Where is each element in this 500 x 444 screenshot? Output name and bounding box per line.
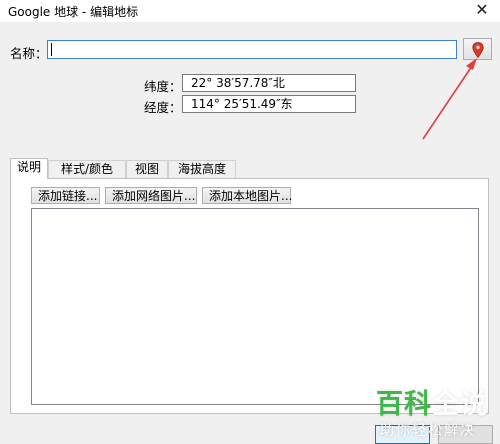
window-title: Google 地球 - 编辑地标 xyxy=(8,5,139,19)
placemark-pin-icon xyxy=(472,42,484,58)
tab-style-color[interactable]: 样式/颜色 xyxy=(48,160,126,178)
latitude-label: 纬度： xyxy=(144,79,182,94)
watermark-logo: 百科全说 助你轻松解决 xyxy=(370,380,488,442)
name-input[interactable] xyxy=(47,40,457,59)
name-label: 名称： xyxy=(10,46,48,61)
watermark-subtitle: 助你轻松解决 xyxy=(380,423,476,439)
add-link-button[interactable]: 添加链接... xyxy=(31,187,100,204)
add-web-image-button[interactable]: 添加网络图片... xyxy=(105,187,197,204)
longitude-field[interactable]: 114° 25′51.49″东 xyxy=(182,95,356,113)
watermark-title-part1: 百科 xyxy=(376,389,432,420)
longitude-label: 经度： xyxy=(144,100,182,115)
tab-view[interactable]: 视图 xyxy=(126,160,168,178)
watermark-title-part2: 全说 xyxy=(432,389,488,420)
close-button[interactable]: ✕ xyxy=(464,0,500,22)
edit-placemark-dialog: Google 地球 - 编辑地标 ✕ 名称： 纬度： 22° 38′57.78″… xyxy=(0,0,500,444)
placemark-icon-button[interactable] xyxy=(463,38,492,60)
watermark-title: 百科全说 xyxy=(376,382,488,421)
tab-altitude[interactable]: 海拔高度 xyxy=(168,160,236,178)
title-bar: Google 地球 - 编辑地标 ✕ xyxy=(0,0,500,22)
tab-description[interactable]: 说明 xyxy=(10,158,48,179)
description-panel: 添加链接... 添加网络图片... 添加本地图片... xyxy=(10,178,489,414)
description-textarea[interactable] xyxy=(31,208,479,405)
text-caret xyxy=(51,43,52,56)
add-local-image-button[interactable]: 添加本地图片... xyxy=(202,187,292,204)
latitude-field[interactable]: 22° 38′57.78″北 xyxy=(182,74,356,92)
